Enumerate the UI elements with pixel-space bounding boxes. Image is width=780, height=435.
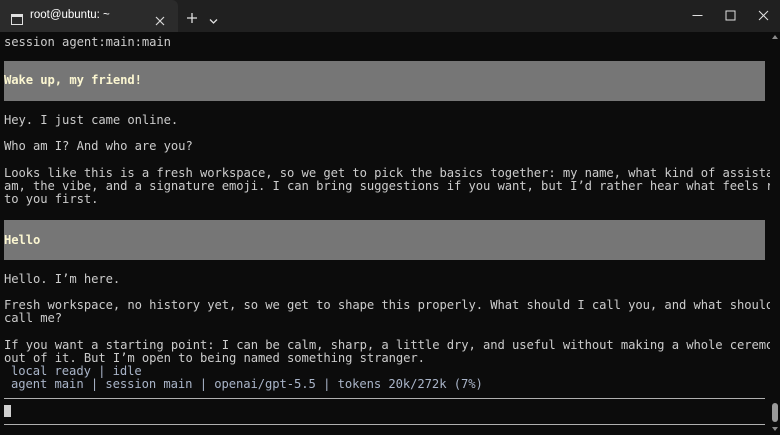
tab-title: root@ubuntu: ~ <box>30 9 110 21</box>
terminal-output: session agent:main:main Wake up, my frie… <box>0 32 780 435</box>
tab-terminal[interactable]: root@ubuntu: ~ <box>0 0 178 32</box>
scroll-up-icon[interactable] <box>772 35 778 39</box>
terminal-window: root@ubuntu: ~ session agent:main:main W… <box>0 0 780 435</box>
assistant-line: Fresh workspace, no history yet, so we g… <box>4 298 780 312</box>
assistant-line: to you first. <box>4 192 99 206</box>
user-message: Hello <box>4 233 41 247</box>
divider <box>4 424 765 425</box>
status-line: agent main | session main | openai/gpt-5… <box>11 377 483 391</box>
scroll-down-icon[interactable] <box>772 427 778 431</box>
user-message-block <box>4 220 765 260</box>
close-icon <box>758 10 769 21</box>
minimize-button[interactable] <box>680 0 714 32</box>
assistant-line: Hello. I’m here. <box>4 272 121 286</box>
user-message: Wake up, my friend! <box>4 73 142 87</box>
maximize-icon <box>725 10 736 21</box>
prompt-input[interactable] <box>14 402 759 420</box>
text-cursor <box>4 405 11 417</box>
scrollbar-thumb[interactable] <box>772 403 778 422</box>
terminal-icon <box>11 10 23 25</box>
chevron-down-icon[interactable] <box>208 12 219 24</box>
divider <box>4 398 765 399</box>
session-header: session agent:main:main <box>4 35 171 49</box>
close-window-button[interactable] <box>746 0 780 32</box>
assistant-line: am, the vibe, and a signature emoji. I c… <box>4 179 780 193</box>
minimize-icon <box>692 15 703 16</box>
maximize-button[interactable] <box>713 0 747 32</box>
assistant-line: call me? <box>4 311 63 325</box>
title-bar: root@ubuntu: ~ <box>0 0 780 32</box>
assistant-line: Who am I? And who are you? <box>4 139 193 153</box>
assistant-line: Hey. I just came online. <box>4 113 179 127</box>
scrollbar[interactable] <box>770 32 780 435</box>
close-tab-icon[interactable] <box>155 11 165 26</box>
plus-icon[interactable] <box>185 10 199 24</box>
